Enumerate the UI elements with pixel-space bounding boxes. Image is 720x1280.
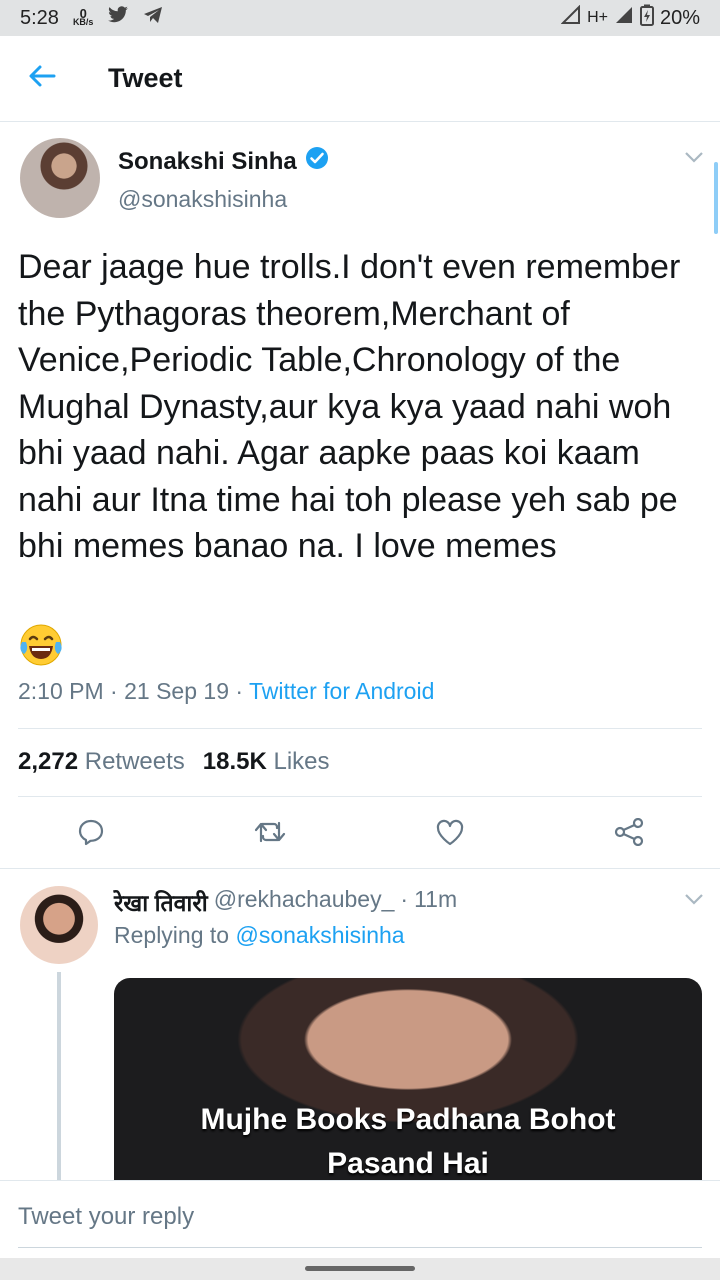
laughing-tears-emoji-icon [18, 622, 64, 668]
signal-icon [614, 5, 634, 31]
tweet-text: Dear jaage hue trolls.I don't even remem… [18, 248, 681, 565]
reply-author-handle[interactable]: @rekhachaubey_ [214, 886, 395, 918]
retweets-label: Retweets [84, 748, 185, 775]
reply-age: 11m [414, 886, 458, 912]
back-button[interactable] [0, 36, 84, 122]
status-bar: 5:28 0 KB/s H+ 20% [0, 0, 720, 36]
share-button[interactable] [609, 814, 649, 854]
reply-author-avatar[interactable] [20, 886, 98, 964]
tweet-source-link[interactable]: Twitter for Android [249, 678, 434, 704]
twitter-bird-icon [107, 6, 129, 30]
thread-line [57, 972, 61, 1182]
replying-to-label: Replying to [114, 922, 230, 948]
battery-icon [639, 4, 654, 32]
signal-outline-icon [560, 4, 581, 31]
reply-menu-chevron-down-icon[interactable] [684, 892, 704, 911]
reply-author-name[interactable]: रेखा तिवारी [114, 886, 208, 918]
media-caption-line: Pasand Hai [327, 1147, 489, 1180]
tweet-meta: 2:10 PM · 21 Sep 19 · Twitter for Androi… [18, 678, 435, 704]
retweet-button[interactable] [250, 814, 290, 854]
tweet-menu-chevron-down-icon[interactable] [684, 150, 704, 169]
replying-to-handle[interactable]: @sonakshisinha [235, 922, 404, 948]
replying-to: Replying to @sonakshisinha [114, 922, 405, 949]
tweet-actions [0, 806, 720, 860]
tweet-time: 2:10 PM [18, 678, 104, 704]
author-name: Sonakshi Sinha [118, 147, 297, 175]
author-avatar[interactable] [20, 138, 100, 218]
reply-separator: · [400, 886, 409, 912]
reply-composer: Tweet your reply [0, 1180, 720, 1258]
verified-badge-icon [305, 146, 329, 177]
tweet-date: 21 Sep 19 [124, 678, 229, 704]
network-type: H+ [587, 9, 608, 26]
divider [18, 796, 702, 797]
author-name-row[interactable]: Sonakshi Sinha [118, 146, 329, 177]
tweet-stats: 2,272 Retweets 18.5K Likes [18, 748, 330, 776]
reply-header: रेखा तिवारी @rekhachaubey_ · 11m [114, 886, 457, 918]
divider [18, 728, 702, 729]
app-header: Tweet [0, 36, 720, 122]
heart-icon [435, 818, 465, 851]
retweet-icon [254, 819, 286, 850]
media-caption-line: Mujhe Books Padhana Bohot [200, 1103, 616, 1136]
battery-level: 20% [659, 6, 700, 29]
input-underline [18, 1247, 702, 1248]
author-handle[interactable]: @sonakshisinha [118, 186, 287, 213]
likes-label: Likes [273, 748, 330, 775]
home-gesture-pill[interactable] [305, 1266, 415, 1271]
status-time: 5:28 [20, 6, 59, 29]
arrow-left-icon [28, 64, 56, 93]
retweets-count: 2,272 [18, 748, 79, 775]
retweets-stat[interactable]: 2,272 Retweets [18, 748, 185, 776]
reply-input[interactable]: Tweet your reply [18, 1203, 194, 1231]
network-speed-unit: KB/s [72, 17, 94, 27]
likes-stat[interactable]: 18.5K Likes [203, 748, 330, 776]
media-caption: Mujhe Books Padhana Bohot Pasand Hai [114, 1098, 702, 1183]
page-title: Tweet [108, 63, 183, 93]
system-nav-bar [0, 1258, 720, 1280]
share-icon [614, 817, 644, 851]
network-speed: 0 KB/s [72, 7, 94, 27]
like-button[interactable] [430, 814, 470, 854]
divider [0, 868, 720, 869]
telegram-icon [143, 6, 163, 30]
reply-media-image[interactable]: Mujhe Books Padhana Bohot Pasand Hai [114, 978, 702, 1183]
comment-icon [77, 818, 105, 851]
likes-count: 18.5K [202, 748, 267, 775]
scroll-indicator [714, 162, 718, 234]
reply-button[interactable] [71, 814, 111, 854]
